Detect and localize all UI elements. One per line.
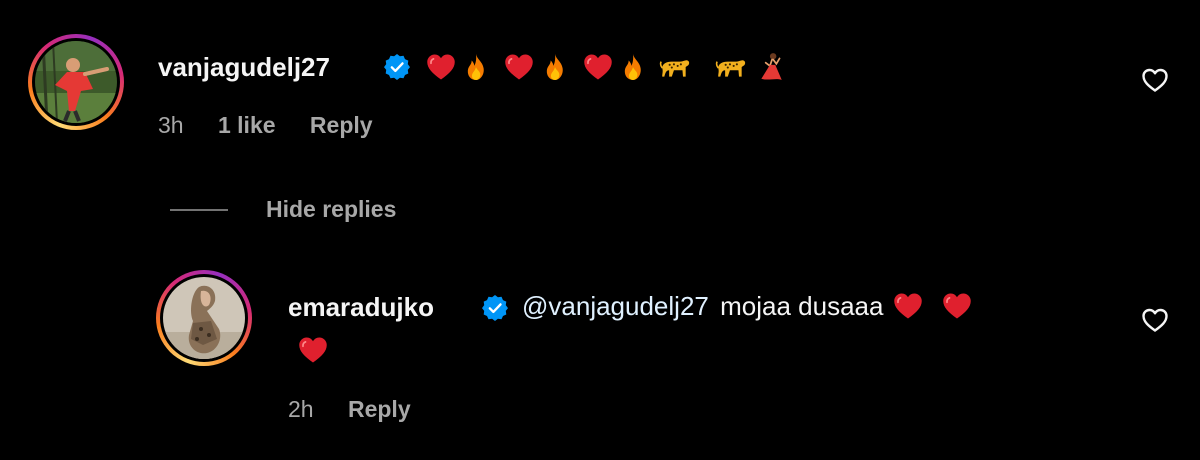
fire-icon [463, 52, 489, 82]
avatar[interactable] [28, 34, 124, 130]
comment-username[interactable]: vanjagudelj27 [158, 52, 330, 83]
comment-timestamp[interactable]: 3h [158, 112, 184, 138]
hide-replies-divider [170, 208, 228, 211]
red-heart-icon [504, 53, 534, 81]
reply-item: emaradujko @vanjagudelj27 mojaa dusaaa 2… [0, 270, 1200, 450]
reply-text: @vanjagudelj27 mojaa dusaaa [522, 291, 972, 322]
leopard-icon [659, 55, 691, 79]
comment-item: vanjagudelj27 3h 1 like Reply [0, 0, 1200, 170]
fire-icon [542, 52, 568, 82]
avatar-image [35, 41, 117, 123]
heart-outline-icon[interactable] [1141, 67, 1169, 93]
verified-badge-icon [384, 54, 410, 80]
red-heart-icon [426, 53, 456, 81]
reply-message: mojaa dusaaa [720, 291, 884, 321]
comment-emoji-text [426, 50, 784, 84]
avatar-image [163, 277, 245, 359]
comment-meta: 3h 1 like Reply [158, 112, 373, 139]
verified-badge-icon [482, 295, 508, 321]
reply-button[interactable]: Reply [310, 112, 373, 138]
reply-button[interactable]: Reply [348, 396, 411, 422]
dancer-icon [758, 52, 784, 82]
red-heart-icon [942, 292, 972, 320]
fire-icon [620, 52, 646, 82]
red-heart-icon [298, 336, 328, 364]
red-heart-icon [583, 53, 613, 81]
reply-timestamp[interactable]: 2h [288, 396, 314, 422]
reply-meta: 2h Reply [288, 396, 411, 423]
red-heart-icon [893, 292, 923, 320]
leopard-icon [715, 55, 747, 79]
reply-username[interactable]: emaradujko [288, 292, 434, 323]
hide-replies-label: Hide replies [266, 196, 397, 222]
mention-link[interactable]: @vanjagudelj27 [522, 291, 709, 321]
hide-replies-button[interactable]: Hide replies [170, 196, 396, 223]
heart-outline-icon[interactable] [1141, 307, 1169, 333]
avatar[interactable] [156, 270, 252, 366]
comment-like-count[interactable]: 1 like [218, 112, 276, 138]
